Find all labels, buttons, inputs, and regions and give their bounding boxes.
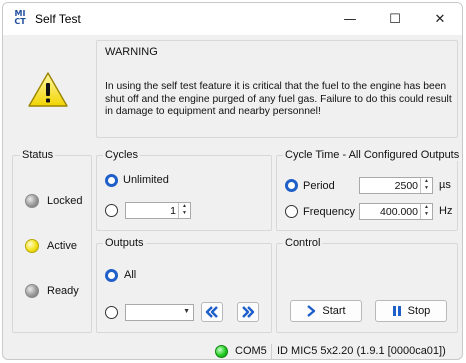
warning-panel: WARNING In using the self test feature i… <box>96 40 458 138</box>
all-outputs-radio[interactable] <box>105 269 118 282</box>
period-label: Period <box>303 180 335 192</box>
unlimited-label: Unlimited <box>123 174 169 186</box>
locked-status-led <box>25 194 39 208</box>
warning-title: WARNING <box>105 46 158 58</box>
unlimited-radio[interactable] <box>105 174 118 187</box>
rewind-icon <box>205 306 218 318</box>
app-logo-icon: MI CT <box>11 10 29 28</box>
minimize-icon: — <box>343 11 357 27</box>
frequency-radio[interactable] <box>285 205 298 218</box>
frequency-label: Frequency <box>303 206 355 218</box>
self-test-window: MI CT Self Test — ☐ ✕ WARNING In using t… <box>2 2 463 360</box>
chevron-down-icon: ▼ <box>183 308 190 315</box>
warning-message: In using the self test feature it is cri… <box>105 81 452 117</box>
period-unit: µs <box>439 179 451 191</box>
window-title: Self Test <box>35 12 81 26</box>
cycle-count-value: 1 <box>170 205 176 217</box>
pause-icon <box>392 306 401 316</box>
frequency-stepper[interactable]: 400.000 ▲ ▼ <box>359 203 433 220</box>
frequency-unit: Hz <box>439 205 453 217</box>
stop-button-label: Stop <box>407 305 431 317</box>
maximize-icon: ☐ <box>389 11 401 27</box>
all-outputs-label: All <box>124 269 137 281</box>
active-status-led <box>25 239 39 253</box>
cycles-group <box>96 155 272 231</box>
stepper-arrows-icon[interactable]: ▲ ▼ <box>178 203 190 218</box>
com-port-label: COM5 <box>235 345 267 357</box>
status-bar: COM5 ID MIC5 5x2.20 (1.9.1 [0000ca01]) <box>3 342 462 359</box>
locked-status-label: Locked <box>47 195 83 207</box>
control-group-label: Control <box>283 237 323 249</box>
status-group-label: Status <box>20 149 56 161</box>
active-status-label: Active <box>47 240 77 252</box>
fast-forward-icon <box>242 306 255 318</box>
close-button[interactable]: ✕ <box>418 3 462 35</box>
warning-icon <box>28 72 68 107</box>
maximize-button[interactable]: ☐ <box>373 3 417 35</box>
stepper-arrows-icon[interactable]: ▲ ▼ <box>420 178 432 193</box>
connection-status-led <box>215 345 228 358</box>
period-stepper[interactable]: 2500 ▲ ▼ <box>359 177 433 194</box>
start-button[interactable]: Start <box>290 300 362 322</box>
previous-output-button[interactable] <box>201 302 223 322</box>
period-radio[interactable] <box>285 179 298 192</box>
single-output-radio[interactable] <box>105 306 118 319</box>
outputs-group-label: Outputs <box>103 237 146 249</box>
close-icon: ✕ <box>434 11 446 27</box>
cycle-count-stepper[interactable]: 1 ▲ ▼ <box>125 202 191 219</box>
app-logo-text-bottom: CT <box>14 17 26 26</box>
cycle-time-group-label: Cycle Time - All Configured Outputs <box>283 149 462 161</box>
status-bar-divider <box>271 344 272 359</box>
title-bar: MI CT Self Test — ☐ ✕ <box>3 3 462 35</box>
minimize-button[interactable]: — <box>328 3 372 35</box>
start-button-label: Start <box>322 305 346 317</box>
stepper-arrows-icon[interactable]: ▲ ▼ <box>420 204 432 219</box>
ready-status-led <box>25 284 39 298</box>
device-id-label: ID MIC5 5x2.20 (1.9.1 [0000ca01]) <box>277 345 446 357</box>
stop-button[interactable]: Stop <box>375 300 447 322</box>
next-output-button[interactable] <box>237 302 259 322</box>
output-select[interactable]: ▼ <box>125 304 194 321</box>
cycle-count-radio[interactable] <box>105 204 118 217</box>
frequency-value: 400.000 <box>380 206 418 218</box>
cycles-group-label: Cycles <box>103 149 141 161</box>
period-value: 2500 <box>394 180 418 192</box>
ready-status-label: Ready <box>47 285 79 297</box>
play-icon <box>307 305 316 317</box>
